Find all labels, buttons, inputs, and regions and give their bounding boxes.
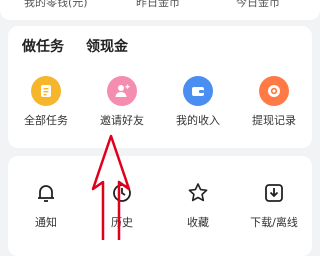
star-icon xyxy=(183,178,213,208)
withdraw-records-button[interactable]: 提现记录 xyxy=(236,76,312,128)
all-tasks-button[interactable]: 全部任务 xyxy=(8,76,84,128)
task-list-icon xyxy=(31,76,61,106)
notifications-label: 通知 xyxy=(35,216,57,229)
downloads-label: 下载/离线 xyxy=(250,216,298,229)
invite-friend-icon xyxy=(107,76,137,106)
downloads-button[interactable]: 下载/离线 xyxy=(236,178,312,230)
clock-icon xyxy=(107,178,137,208)
tasks-title: 做任务 xyxy=(22,39,64,55)
notifications-button[interactable]: 通知 xyxy=(8,178,84,230)
stat-yesterday-coins[interactable]: 昨日金币 xyxy=(136,0,180,10)
history-button[interactable]: 历史 xyxy=(84,178,160,230)
withdraw-record-icon xyxy=(259,76,289,106)
cash-title: 领现金 xyxy=(86,39,128,55)
my-income-label: 我的收入 xyxy=(176,114,220,127)
tasks-card: 做任务 领现金 全部任务 邀请好友 我的收入 提现记录 xyxy=(8,26,312,148)
favorites-button[interactable]: 收藏 xyxy=(160,178,236,230)
bell-icon xyxy=(31,178,61,208)
invite-friends-label: 邀请好友 xyxy=(100,114,144,127)
withdraw-records-label: 提现记录 xyxy=(252,114,296,127)
stat-my-change[interactable]: 我的零钱(元) xyxy=(24,0,88,10)
tools-card: 通知 历史 收藏 下载/离线 xyxy=(8,156,312,256)
stats-bar: 我的零钱(元) 昨日金币 今日金币 xyxy=(0,0,320,20)
my-income-button[interactable]: 我的收入 xyxy=(160,76,236,128)
favorites-label: 收藏 xyxy=(187,216,209,229)
stat-today-coins[interactable]: 今日金币 xyxy=(236,0,280,10)
history-label: 历史 xyxy=(111,216,133,229)
download-icon xyxy=(259,178,289,208)
wallet-icon xyxy=(183,76,213,106)
invite-friends-button[interactable]: 邀请好友 xyxy=(84,76,160,128)
all-tasks-label: 全部任务 xyxy=(24,114,68,127)
